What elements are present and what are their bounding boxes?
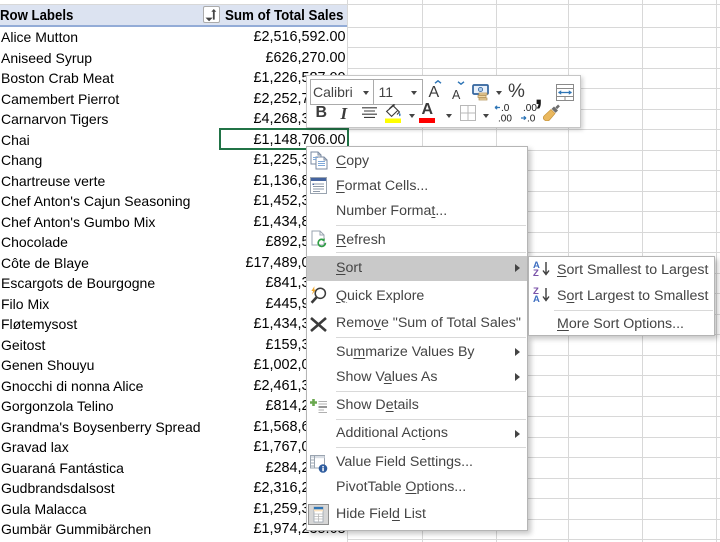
svg-text:.00: .00 [523,103,537,114]
svg-text:.0: .0 [501,103,510,114]
svg-text:.00: .00 [498,114,512,124]
svg-text:.0: .0 [527,114,536,124]
